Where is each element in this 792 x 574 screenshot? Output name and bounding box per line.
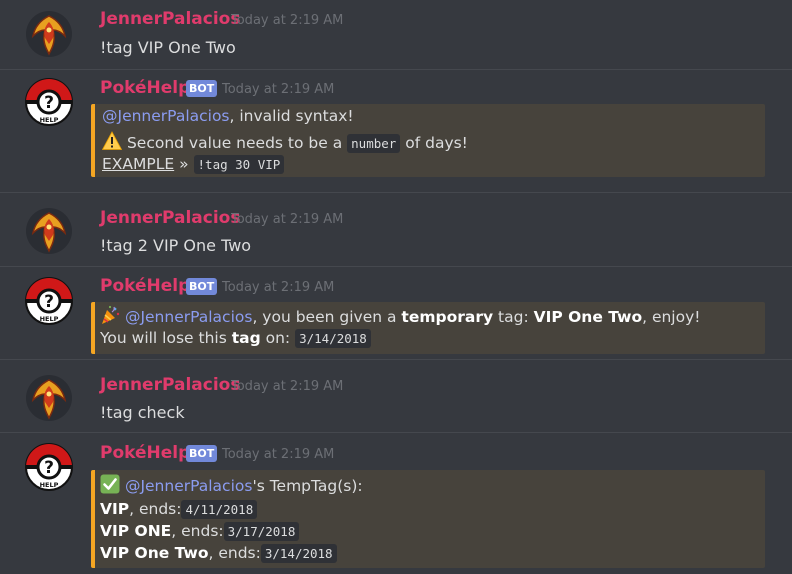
bold-text: tag: [231, 329, 261, 347]
timestamp: Today at 2:19 AM: [231, 379, 344, 394]
inline-code: !tag 30 VIP: [193, 155, 285, 174]
username-bot[interactable]: PokéHelp: [100, 78, 190, 98]
inline-code: 3/14/2018: [295, 329, 371, 348]
bot-badge: BOT: [186, 445, 218, 462]
embed-text: Second value needs to be a: [126, 134, 343, 152]
user-mention[interactable]: @JennerPalacios: [102, 107, 230, 125]
embed-text: , ends:: [129, 500, 182, 518]
bold-text: temporary: [401, 308, 494, 326]
message-1: JennerPalacios Today at 2:19 AM !tag VIP…: [0, 0, 792, 64]
embed-text: You will lose this: [100, 329, 227, 347]
team-valor-bird-icon[interactable]: [25, 207, 73, 255]
pokeball-help-icon[interactable]: [25, 277, 73, 325]
message-4: PokéHelp BOT Today at 2:19 AM @JennerPal…: [0, 267, 792, 357]
embed-line-1: @JennerPalacios, invalid syntax!: [102, 107, 354, 125]
embed-text: , ends:: [171, 522, 224, 540]
temp-tag-row: VIP, ends: 4/11/2018: [100, 500, 258, 519]
message-text: !tag 2 VIP One Two: [100, 236, 252, 255]
embed-text: , invalid syntax!: [229, 107, 354, 125]
inline-code: 3/17/2018: [223, 522, 300, 541]
inline-code: 3/14/2018: [260, 544, 337, 563]
warning-icon: [102, 131, 122, 150]
embed: @JennerPalacios, invalid syntax! Second …: [91, 104, 765, 177]
username-jenner[interactable]: JennerPalacios: [100, 9, 240, 29]
embed-text: , enjoy!: [642, 308, 701, 326]
embed-text: on:: [265, 329, 291, 347]
check-mark-icon: [100, 474, 120, 494]
embed: @JennerPalacios's TempTag(s): VIP, ends:…: [91, 470, 765, 568]
timestamp: Today at 2:19 AM: [222, 280, 335, 295]
tag-name: VIP: [100, 500, 130, 518]
embed-line-3: EXAMPLE » !tag 30 VIP: [102, 155, 285, 174]
username-jenner[interactable]: JennerPalacios: [100, 375, 240, 395]
team-valor-bird-icon[interactable]: [25, 374, 73, 422]
team-valor-bird-icon[interactable]: [25, 10, 73, 58]
timestamp: Today at 2:19 AM: [222, 82, 335, 97]
embed-line-1: @JennerPalacios's TempTag(s):: [100, 474, 363, 495]
bold-text: VIP One Two: [533, 308, 643, 326]
bot-badge: BOT: [186, 278, 218, 295]
temp-tag-row: VIP One Two, ends: 3/14/2018: [100, 544, 337, 563]
embed-text: tag:: [498, 308, 529, 326]
embed-text: of days!: [405, 134, 468, 152]
embed-text: , you been given a: [252, 308, 397, 326]
embed-text: 's TempTag(s):: [252, 477, 363, 495]
embed-line-1: @JennerPalacios, you been given a tempor…: [100, 305, 700, 326]
party-popper-icon: [102, 305, 120, 324]
user-mention[interactable]: @JennerPalacios: [125, 308, 253, 326]
message-2: PokéHelp BOT Today at 2:19 AM @JennerPal…: [0, 70, 792, 190]
tag-name: VIP One Two: [100, 544, 209, 562]
inline-code: 4/11/2018: [181, 500, 258, 519]
embed: @JennerPalacios, you been given a tempor…: [91, 302, 765, 354]
bot-badge: BOT: [186, 80, 218, 97]
timestamp: Today at 2:19 AM: [222, 447, 335, 462]
example-link[interactable]: EXAMPLE: [102, 155, 174, 173]
message-3: JennerPalacios Today at 2:19 AM !tag 2 V…: [0, 193, 792, 263]
tag-name: VIP ONE: [100, 522, 172, 540]
username-bot[interactable]: PokéHelp: [100, 443, 190, 463]
username-bot[interactable]: PokéHelp: [100, 276, 190, 296]
timestamp: Today at 2:19 AM: [231, 212, 344, 227]
message-text: !tag check: [100, 403, 185, 422]
message-5: JennerPalacios Today at 2:19 AM !tag che…: [0, 360, 792, 430]
user-mention[interactable]: @JennerPalacios: [125, 477, 253, 495]
pokeball-help-icon[interactable]: [25, 443, 73, 491]
embed-line-2: You will lose this tag on: 3/14/2018: [100, 329, 371, 348]
message-6: PokéHelp BOT Today at 2:19 AM @JennerPal…: [0, 433, 792, 574]
embed-text: , ends:: [208, 544, 261, 562]
username-jenner[interactable]: JennerPalacios: [100, 208, 240, 228]
embed-line-2: Second value needs to be a number of day…: [102, 131, 468, 153]
separator: »: [179, 155, 189, 173]
inline-code: number: [347, 134, 401, 153]
message-text: !tag VIP One Two: [100, 38, 236, 57]
timestamp: Today at 2:19 AM: [231, 13, 344, 28]
temp-tag-row: VIP ONE, ends: 3/17/2018: [100, 522, 300, 541]
pokeball-help-icon[interactable]: [25, 78, 73, 126]
